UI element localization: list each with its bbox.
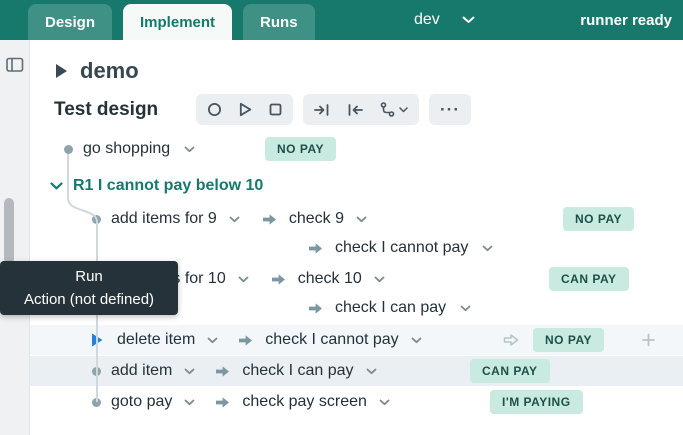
status-badge[interactable]: NO PAY <box>563 207 634 231</box>
tab-implement-label: Implement <box>140 14 215 31</box>
chevron-down-icon[interactable] <box>184 368 195 375</box>
chevron-down-icon[interactable] <box>184 146 195 153</box>
chevron-down-icon[interactable] <box>460 305 471 312</box>
tree-row-goto-pay[interactable]: goto pay check pay screen I'M PAYING <box>30 387 683 417</box>
section-title: Test design <box>54 99 158 121</box>
status-badge[interactable]: NO PAY <box>533 328 604 352</box>
chevron-down-icon[interactable] <box>229 216 240 223</box>
goto-start-icon <box>347 103 363 117</box>
more-group: ··· <box>429 94 471 125</box>
group-label[interactable]: R1 I cannot pay below 10 <box>73 177 263 195</box>
node-bullet-icon <box>92 215 101 224</box>
test-design-panel: demo Test design <box>30 40 683 435</box>
check-label[interactable]: check 9 <box>289 210 344 228</box>
chevron-down-icon[interactable] <box>366 368 377 375</box>
chevron-down-icon[interactable] <box>482 245 493 252</box>
ghost-arrow-icon[interactable] <box>503 333 519 347</box>
status-badge[interactable]: I'M PAYING <box>490 390 583 414</box>
tree-row-add-item[interactable]: add item check I can pay CAN PAY <box>30 356 683 386</box>
model-title-row: demo <box>54 58 139 84</box>
action-label[interactable]: delete item <box>117 331 195 349</box>
node-bullet-icon <box>92 367 101 376</box>
step-arrow-icon <box>271 273 286 286</box>
check-label[interactable]: check I can pay <box>242 362 353 380</box>
step-arrow-icon <box>262 213 277 226</box>
top-bar: Design Implement Runs dev runner ready <box>0 0 683 40</box>
status-badge[interactable]: CAN PAY <box>470 359 550 383</box>
main-tabs: Design Implement Runs <box>28 4 315 40</box>
chevron-down-icon[interactable] <box>238 276 249 283</box>
step-arrow-icon <box>215 365 230 378</box>
add-step-icon[interactable] <box>642 334 655 347</box>
stop-icon <box>269 103 282 116</box>
check-label[interactable]: check I can pay <box>335 299 446 317</box>
node-bullet-icon <box>92 398 101 407</box>
step-arrow-icon <box>238 334 253 347</box>
more-options-button[interactable]: ··· <box>440 101 460 118</box>
tooltip-subtitle: Action (not defined) <box>0 288 178 311</box>
node-bullet-icon <box>64 145 73 154</box>
action-label[interactable]: goto pay <box>111 393 172 411</box>
branch-mode-button[interactable] <box>380 102 408 117</box>
action-label[interactable]: go shopping <box>83 140 170 158</box>
app-screen: Design Implement Runs dev runner ready <box>0 0 683 435</box>
tooltip-title: Run <box>0 265 178 288</box>
environment-selector[interactable]: dev <box>414 0 475 40</box>
tab-design[interactable]: Design <box>28 4 112 40</box>
run-step-play-icon[interactable] <box>90 332 104 348</box>
check-label[interactable]: check I cannot pay <box>335 239 468 257</box>
chevron-down-icon[interactable] <box>374 276 385 283</box>
check-label[interactable]: check 10 <box>298 270 362 288</box>
chevron-down-icon[interactable] <box>50 182 63 190</box>
environment-label: dev <box>414 11 440 29</box>
vertical-scrollbar-thumb[interactable] <box>4 198 14 264</box>
tree-row-check-cannot-pay[interactable]: check I cannot pay <box>30 233 683 263</box>
play-button[interactable] <box>239 102 252 117</box>
step-arrow-icon <box>215 396 230 409</box>
record-button[interactable] <box>207 102 222 117</box>
tree-row-group-r1[interactable]: R1 I cannot pay below 10 <box>30 171 683 201</box>
step-controls-group <box>303 94 419 125</box>
chevron-down-icon[interactable] <box>207 337 218 344</box>
tab-design-label: Design <box>45 14 95 31</box>
step-arrow-icon <box>308 302 323 315</box>
tab-runs-label: Runs <box>260 14 298 31</box>
chevron-down-icon[interactable] <box>411 337 422 344</box>
play-icon <box>239 102 252 117</box>
step-arrow-icon <box>308 242 323 255</box>
more-options-icon: ··· <box>440 101 460 118</box>
chevron-down-icon[interactable] <box>379 399 390 406</box>
tab-runs[interactable]: Runs <box>243 4 315 40</box>
runner-status-label: runner ready <box>580 12 672 29</box>
play-icon[interactable] <box>54 62 69 80</box>
check-label[interactable]: check I cannot pay <box>265 331 398 349</box>
action-label[interactable]: add item <box>111 362 172 380</box>
status-badge[interactable]: CAN PAY <box>549 267 629 291</box>
run-controls-group <box>196 94 293 125</box>
tree-row-go-shopping[interactable]: go shopping NO PAY <box>30 134 683 164</box>
runner-status: runner ready <box>580 0 672 40</box>
action-label[interactable]: add items for 9 <box>111 210 217 228</box>
status-badge[interactable]: NO PAY <box>265 137 336 161</box>
check-label[interactable]: check pay screen <box>242 393 367 411</box>
stop-button[interactable] <box>269 103 282 116</box>
chevron-down-icon[interactable] <box>356 216 367 223</box>
chevron-down-icon <box>462 16 475 24</box>
run-toolbar: ··· <box>196 94 471 125</box>
left-rail <box>0 40 30 435</box>
page-title: demo <box>80 58 139 84</box>
chevron-down-icon[interactable] <box>184 399 195 406</box>
tree-row-delete-item[interactable]: delete item check I cannot pay NO PAY <box>30 325 683 355</box>
branch-icon <box>380 102 395 117</box>
goto-end-icon <box>314 103 330 117</box>
tree-row-add-items-9[interactable]: add items for 9 check 9 NO PAY <box>30 204 683 234</box>
run-tooltip: Run Action (not defined) <box>0 261 178 315</box>
record-icon <box>207 102 222 117</box>
goto-start-button[interactable] <box>347 103 363 117</box>
collapse-panel-icon[interactable] <box>6 57 24 73</box>
tab-implement[interactable]: Implement <box>123 4 232 40</box>
chevron-down-icon <box>399 107 408 113</box>
goto-end-button[interactable] <box>314 103 330 117</box>
